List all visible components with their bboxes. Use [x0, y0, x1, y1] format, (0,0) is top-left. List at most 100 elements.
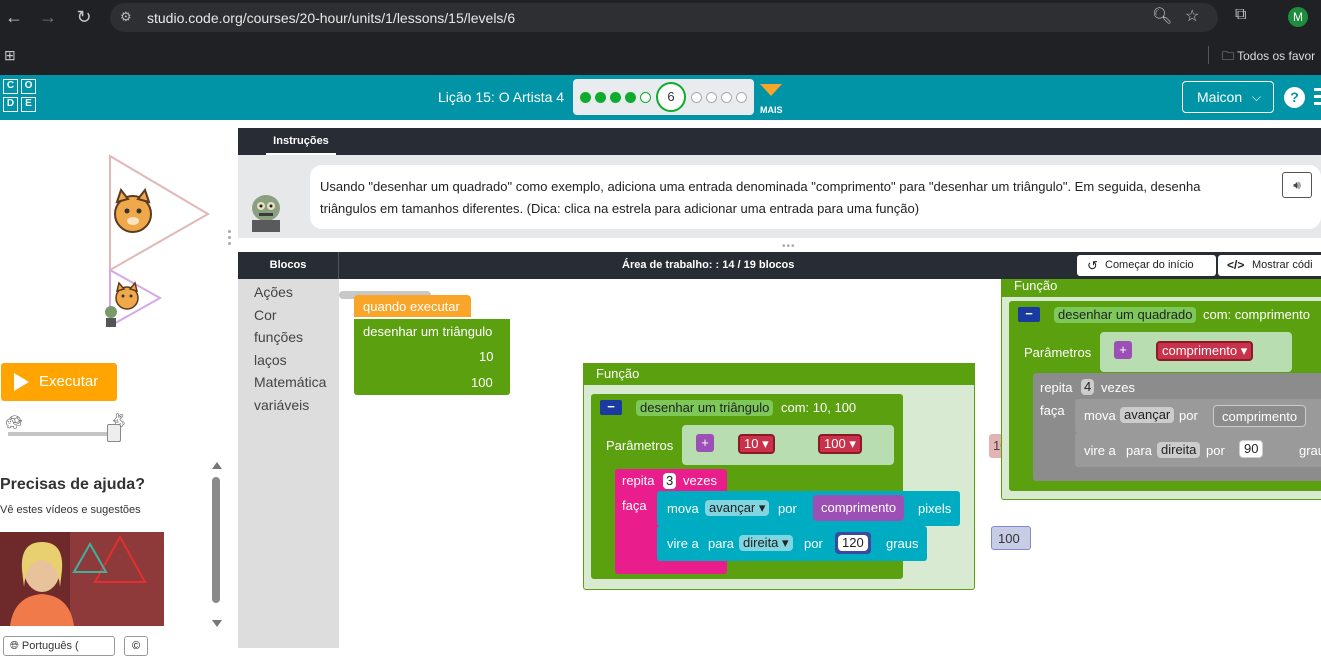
text-to-speech-icon[interactable]: 🔊︎: [1282, 172, 1312, 198]
forward-icon[interactable]: →: [36, 6, 60, 28]
code-icon: </>: [1227, 258, 1245, 272]
param-2[interactable]: 100 ▾: [818, 434, 862, 454]
turtle-slow-icon: 🐢︎: [5, 414, 23, 430]
bookmark-folder[interactable]: 🗀 Todos os favor: [1222, 47, 1315, 68]
current-level[interactable]: 6: [656, 82, 686, 112]
instructions-header: Instruções: [238, 128, 1321, 155]
params-label: Parâmetros: [606, 438, 674, 453]
add-param-icon[interactable]: +: [696, 434, 714, 452]
speed-slider-thumb[interactable]: [107, 424, 121, 442]
length-variable-2[interactable]: comprimento: [1213, 405, 1307, 427]
level-dot-complete[interactable]: [625, 92, 636, 103]
run-button[interactable]: Executar: [1, 363, 117, 401]
block-workspace[interactable]: quando executar desenhar um triângulo 10…: [339, 279, 1321, 648]
run-label: Executar: [39, 373, 99, 390]
repeat-count[interactable]: 3: [663, 473, 677, 489]
level-dot-complete[interactable]: [610, 92, 621, 103]
lesson-title[interactable]: Lição 15: O Artista 4: [438, 89, 564, 105]
copyright-button[interactable]: ©: [124, 636, 148, 656]
call-triangle-block[interactable]: desenhar um triângulo 10 100: [354, 319, 510, 395]
toolbox-category-functions[interactable]: funções: [254, 329, 303, 345]
profile-avatar[interactable]: M: [1288, 7, 1308, 27]
logo-letter: O: [21, 79, 36, 94]
repeat-count-2[interactable]: 4: [1081, 379, 1095, 395]
function-editor-title-2: Função: [1001, 279, 1321, 297]
move-dir-2[interactable]: avançar: [1120, 407, 1175, 423]
start-over-label: Começar do início: [1105, 259, 1194, 271]
more-label[interactable]: MAIS: [760, 105, 783, 115]
toolbox-category-color[interactable]: Cor: [254, 307, 277, 323]
bookmark-folder-label: Todos os favor: [1237, 49, 1316, 63]
user-menu-button[interactable]: Maicon ⌵: [1182, 81, 1274, 113]
move-dir-dropdown[interactable]: avançar ▾: [705, 500, 770, 516]
turn-block-2[interactable]: vire a para direita por 90 graus: [1075, 433, 1321, 467]
more-arrow-icon[interactable]: [760, 84, 782, 96]
level-dot-complete[interactable]: [595, 92, 606, 103]
user-name: Maicon: [1197, 89, 1243, 105]
level-dot[interactable]: [721, 92, 732, 103]
level-dot-started[interactable]: [640, 92, 651, 103]
show-code-button[interactable]: </> Mostrar códi: [1218, 255, 1321, 276]
help-video-thumbnail[interactable]: [0, 532, 164, 626]
toolbox-category-variables[interactable]: variáveis: [254, 397, 309, 413]
level-dot[interactable]: [706, 92, 717, 103]
call-arg-1: 10: [479, 349, 494, 364]
add-param-icon-2[interactable]: +: [1114, 341, 1132, 359]
when-run-block[interactable]: quando executar: [354, 295, 471, 317]
help-icon[interactable]: ?: [1284, 87, 1305, 108]
panel-resize-handle[interactable]: [228, 230, 231, 246]
level-dot-complete[interactable]: [580, 92, 591, 103]
address-bar[interactable]: ⚙ studio.code.org/courses/20-hour/units/…: [110, 3, 1218, 32]
zombie-artist-icon: [105, 306, 117, 327]
back-icon[interactable]: ←: [2, 6, 26, 28]
angle-value-2[interactable]: 90: [1239, 440, 1264, 458]
turn-dir-dropdown[interactable]: direita ▾: [739, 535, 793, 551]
help-scrollbar[interactable]: [211, 460, 222, 630]
loose-number-100[interactable]: 100: [991, 526, 1031, 550]
hamburger-menu-icon[interactable]: [1314, 88, 1321, 106]
turn-label-2: vire a: [1084, 443, 1116, 458]
square-definition-block[interactable]: − desenhar um quadrado com: comprimento …: [1009, 301, 1321, 491]
zoom-icon[interactable]: 🔍︎: [1152, 6, 1172, 26]
turn-dir-2[interactable]: direita: [1157, 442, 1201, 458]
language-select[interactable]: 🌐︎ Português (: [3, 636, 115, 656]
apps-grid-icon[interactable]: ⊞: [4, 47, 16, 64]
start-over-button[interactable]: ↺ Começar do início: [1077, 255, 1216, 276]
site-settings-icon[interactable]: ⚙: [120, 9, 136, 25]
by-label-4: por: [1206, 443, 1225, 458]
extensions-icon[interactable]: ⧉: [1235, 6, 1246, 24]
toolbox-category-actions[interactable]: Ações: [254, 284, 293, 300]
collapse-icon[interactable]: −: [600, 400, 622, 415]
toolbox-category-loops[interactable]: laços: [254, 352, 287, 368]
scroll-up-arrow-icon[interactable]: [212, 462, 222, 469]
move-block[interactable]: mova avançar ▾ por comprimento pixels: [657, 491, 960, 526]
triangle-definition-block[interactable]: − desenhar um triângulo com: 10, 100 Par…: [591, 394, 960, 579]
instructions-resize-handle[interactable]: •••: [782, 241, 796, 252]
triangle-function-editor: Função − desenhar um triângulo com: 10, …: [583, 363, 975, 590]
collapse-icon-2[interactable]: −: [1018, 307, 1040, 322]
length-variable[interactable]: comprimento: [813, 495, 905, 521]
param-1[interactable]: 10 ▾: [738, 434, 775, 454]
turn-block[interactable]: vire a para direita ▾ por 120 graus: [657, 526, 927, 561]
scroll-thumb[interactable]: [212, 477, 220, 603]
call-triangle-label: desenhar um triângulo: [363, 324, 493, 339]
level-progress: 6: [573, 79, 754, 115]
pixels-label: pixels: [918, 501, 952, 516]
level-dot[interactable]: [691, 92, 702, 103]
param-length[interactable]: comprimento ▾: [1156, 341, 1254, 361]
cat-sprite-icon: [114, 187, 152, 233]
bookmark-star-icon[interactable]: ☆: [1185, 6, 1199, 26]
triangle-def-name[interactable]: desenhar um triângulo: [636, 400, 774, 416]
angle-block[interactable]: 120: [835, 532, 871, 554]
square-def-name[interactable]: desenhar um quadrado: [1054, 307, 1197, 323]
speed-slider[interactable]: [8, 432, 120, 436]
code-logo[interactable]: C O D E: [3, 79, 39, 115]
toolbox-category-math[interactable]: Matemática: [254, 374, 326, 390]
reload-icon[interactable]: ↻: [72, 6, 96, 28]
instructions-panel: Usando "desenhar um quadrado" como exemp…: [238, 155, 1321, 238]
scroll-down-arrow-icon[interactable]: [212, 620, 222, 627]
tab-instructions[interactable]: Instruções: [266, 128, 336, 155]
move-block-2[interactable]: mova avançar por comprimento: [1075, 399, 1321, 433]
repeat-block-disabled[interactable]: repita 4 vezes faça mova avançar por com…: [1033, 373, 1321, 481]
level-dot[interactable]: [736, 92, 747, 103]
